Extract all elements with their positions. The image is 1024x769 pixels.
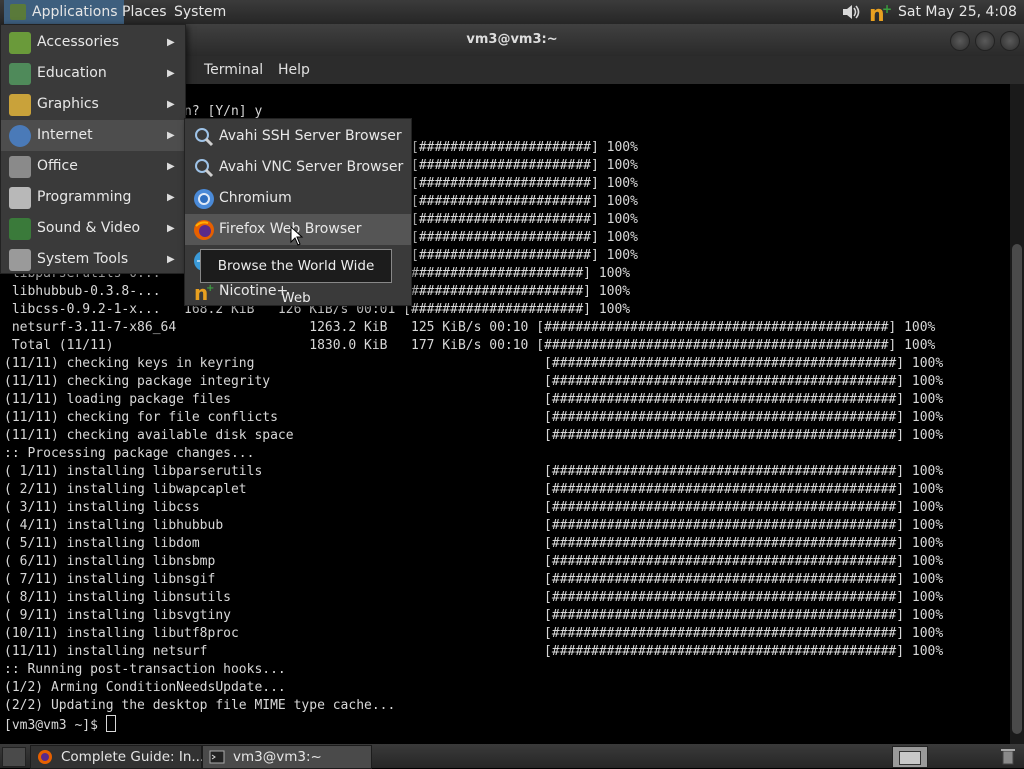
mouse-pointer-icon: [290, 226, 304, 246]
system-menu-button[interactable]: System: [168, 0, 232, 24]
programming-icon: [9, 187, 31, 209]
scrollbar-thumb[interactable]: [1012, 244, 1022, 734]
menu-item-label: Internet: [37, 127, 93, 143]
nicotine-tray-icon[interactable]: n +: [868, 2, 894, 24]
submenu-item-label: Avahi SSH Server Browser: [219, 128, 402, 144]
applications-dropdown: Accessories ▶ Education ▶ Graphics ▶ Internet ▶…: [0, 24, 186, 274]
svg-text:+: +: [882, 2, 892, 16]
terminal-scrollbar[interactable]: [1010, 84, 1024, 744]
office-icon: [9, 156, 31, 178]
submenu-arrow-icon: ▶: [167, 130, 175, 141]
taskbar: Complete Guide: In... vm3@vm3:~: [0, 744, 1024, 769]
avahi-browser-icon: [193, 126, 215, 148]
minimize-button[interactable]: [950, 31, 970, 51]
menu-help[interactable]: Help: [278, 56, 310, 84]
task-label: vm3@vm3:~: [233, 749, 322, 765]
os-logo-icon: [10, 4, 26, 20]
accessories-icon: [9, 32, 31, 54]
applications-menu-button[interactable]: Applications: [4, 0, 124, 24]
menu-item-label: Accessories: [37, 34, 120, 50]
top-panel: Applications Places System n + Sat May 2…: [0, 0, 1024, 44]
svg-text:+: +: [206, 283, 214, 294]
submenu-arrow-icon: ▶: [167, 223, 175, 234]
task-label: Complete Guide: In...: [61, 749, 205, 765]
menu-item-label: Programming: [37, 189, 132, 205]
menu-item-office[interactable]: Office ▶: [1, 151, 185, 182]
avahi-browser-icon: [193, 157, 215, 179]
submenu-item-label: Chromium: [219, 190, 292, 206]
clock[interactable]: Sat May 25, 4:08 PM: [898, 0, 1024, 44]
task-terminal[interactable]: vm3@vm3:~: [202, 745, 372, 769]
menu-item-sound-video[interactable]: Sound & Video ▶: [1, 213, 185, 244]
menu-item-label: System Tools: [37, 251, 129, 267]
firefox-icon: [193, 219, 215, 241]
terminal-cursor: [105, 715, 116, 732]
menu-item-label: Office: [37, 158, 78, 174]
task-firefox[interactable]: Complete Guide: In...: [30, 745, 205, 769]
menu-terminal[interactable]: Terminal: [204, 56, 263, 84]
menu-item-label: Graphics: [37, 96, 99, 112]
volume-icon[interactable]: [840, 2, 862, 22]
submenu-arrow-icon: ▶: [167, 99, 175, 110]
menu-item-programming[interactable]: Programming ▶: [1, 182, 185, 213]
places-menu-button[interactable]: Places: [116, 0, 173, 24]
firefox-icon: [38, 750, 52, 764]
trash-icon[interactable]: [998, 746, 1018, 766]
workspace-switcher[interactable]: [892, 746, 928, 768]
chromium-icon: [193, 188, 215, 210]
workspace-window-preview: [899, 751, 921, 765]
menu-item-internet[interactable]: Internet ▶: [1, 120, 185, 151]
menu-item-graphics[interactable]: Graphics ▶: [1, 89, 185, 120]
close-button[interactable]: [1000, 31, 1020, 51]
nicotine-icon: n +: [193, 281, 215, 305]
maximize-button[interactable]: [975, 31, 995, 51]
internet-globe-icon: [9, 125, 31, 147]
submenu-arrow-icon: ▶: [167, 68, 175, 79]
submenu-item-avahi-ssh-server-browser[interactable]: Avahi SSH Server Browser: [185, 121, 411, 152]
menu-item-education[interactable]: Education ▶: [1, 58, 185, 89]
menu-item-system-tools[interactable]: System Tools ▶: [1, 244, 185, 275]
tooltip: Browse the World Wide Web: [200, 249, 392, 306]
terminal-icon: [209, 750, 225, 764]
submenu-arrow-icon: ▶: [167, 254, 175, 265]
menu-item-label: Sound & Video: [37, 220, 141, 236]
submenu-item-chromium[interactable]: Chromium: [185, 183, 411, 214]
graphics-icon: [9, 94, 31, 116]
submenu-arrow-icon: ▶: [167, 161, 175, 172]
submenu-item-label: Avahi VNC Server Browser: [219, 159, 404, 175]
system-tools-icon: [9, 249, 31, 271]
menu-item-accessories[interactable]: Accessories ▶: [1, 27, 185, 58]
applications-label: Applications: [32, 4, 118, 20]
menu-item-label: Education: [37, 65, 107, 81]
submenu-arrow-icon: ▶: [167, 37, 175, 48]
submenu-item-avahi-vnc-server-browser[interactable]: Avahi VNC Server Browser: [185, 152, 411, 183]
show-desktop-icon[interactable]: [2, 747, 26, 767]
submenu-arrow-icon: ▶: [167, 192, 175, 203]
sound-video-icon: [9, 218, 31, 240]
education-icon: [9, 63, 31, 85]
